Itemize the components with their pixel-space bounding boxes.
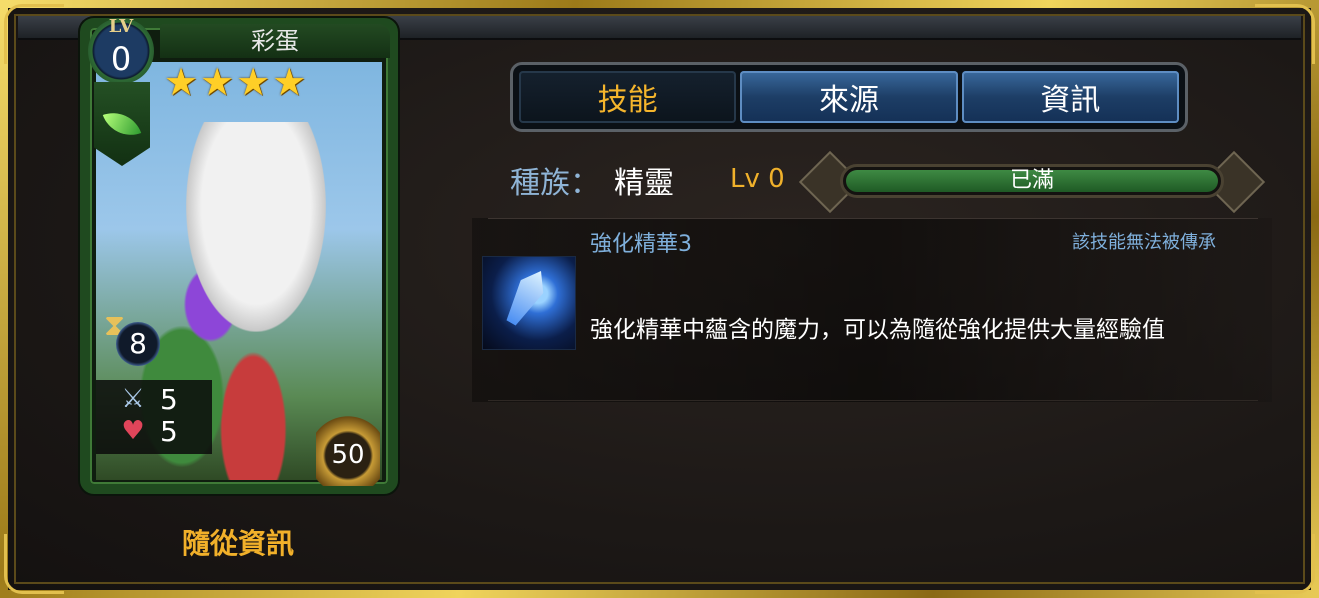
- hp-stat: ♥ 5: [116, 414, 178, 448]
- companion-info-label[interactable]: 隨從資訊: [120, 522, 356, 562]
- skill-level: Lv 0: [730, 164, 785, 194]
- star-rating: ★ ★ ★ ★: [164, 62, 334, 104]
- corner-ornament: [4, 534, 64, 594]
- cost-badge: ⧗ 8: [104, 308, 164, 374]
- level-badge: LV 0: [88, 16, 154, 84]
- divider: [488, 400, 1258, 401]
- corner-ornament: [4, 4, 64, 64]
- leaf-icon: [102, 104, 142, 144]
- level-value: 0: [110, 40, 132, 78]
- attack-value: 5: [160, 382, 178, 416]
- exp-bar-text: 已滿: [1009, 168, 1054, 193]
- companion-card: 彩蛋 LV 0 ★ ★ ★ ★ ⧗ 8 ⚔ 5 ♥ 5 50: [80, 16, 398, 494]
- star-icon: ★: [200, 60, 235, 104]
- cost-value: 8: [116, 322, 160, 366]
- crystal-wand-icon: [500, 265, 553, 330]
- skill-inherit-note: 該技能無法被傳承: [1072, 232, 1216, 253]
- tab-source[interactable]: 來源: [740, 71, 958, 123]
- race-row: 種族： 精靈: [510, 160, 674, 201]
- skill-description: 強化精華中蘊含的魔力，可以為隨從強化提供大量經驗值: [590, 317, 1165, 343]
- heart-icon: ♥: [121, 416, 145, 446]
- rabbit-illustration: [186, 122, 326, 332]
- tab-info[interactable]: 資訊: [961, 71, 1179, 123]
- star-icon: ★: [236, 60, 271, 104]
- race-value: 精靈: [614, 166, 674, 201]
- star-icon: ★: [164, 60, 199, 104]
- hp-value: 5: [160, 414, 178, 448]
- tab-bar: 技能 來源 資訊: [510, 62, 1188, 132]
- corner-ornament: [1255, 534, 1315, 594]
- crossed-swords-icon: ⚔: [121, 384, 145, 414]
- attack-stat: ⚔ 5: [116, 382, 178, 416]
- card-name: 彩蛋: [160, 24, 390, 58]
- exp-bar: 已滿: [798, 150, 1266, 214]
- gold-value: 50: [331, 440, 365, 470]
- skill-icon: [482, 256, 576, 350]
- corner-ornament: [1255, 4, 1315, 64]
- divider: [488, 218, 1258, 219]
- race-label: 種族：: [510, 166, 600, 201]
- star-icon: ★: [272, 60, 307, 104]
- gold-badge: 50: [316, 410, 380, 486]
- stats-box: ⚔ 5 ♥ 5: [96, 380, 212, 454]
- skill-name: 強化精華3: [590, 232, 692, 257]
- tab-skill[interactable]: 技能: [519, 71, 737, 123]
- level-label: LV: [108, 16, 134, 37]
